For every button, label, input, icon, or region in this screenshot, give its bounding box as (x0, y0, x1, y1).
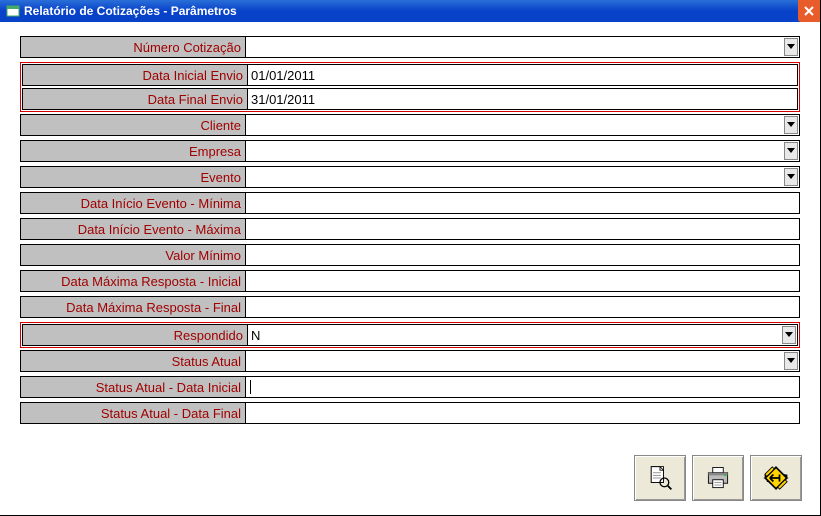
input-status-atual-data-final[interactable] (246, 402, 800, 424)
value-data-inicial-envio: 01/01/2011 (251, 68, 315, 83)
printer-icon (704, 464, 732, 492)
titlebar: Relatório de Cotizações - Parâmetros (0, 0, 820, 22)
label-status-atual-data-inicial: Status Atual - Data Inicial (20, 376, 246, 398)
row-data-max-resposta-final: Data Máxima Resposta - Final (20, 296, 800, 318)
row-data-inicial-envio: Data Inicial Envio 01/01/2011 (22, 64, 798, 86)
dropdown-arrow-icon[interactable] (784, 168, 798, 186)
label-data-inicial-envio: Data Inicial Envio (22, 64, 248, 86)
label-numero-cotizacao: Número Cotização (20, 36, 246, 58)
label-data-inicio-evento-max: Data Início Evento - Máxima (20, 218, 246, 240)
toolbar-buttons (634, 455, 802, 501)
row-respondido: Respondido N (22, 324, 798, 346)
preview-button[interactable] (634, 455, 686, 501)
label-status-atual: Status Atual (20, 350, 246, 372)
input-data-inicio-evento-max[interactable] (246, 218, 800, 240)
report-parameters-window: Relatório de Cotizações - Parâmetros Núm… (0, 0, 821, 516)
exit-sign-icon (762, 464, 790, 492)
label-data-max-resposta-final: Data Máxima Resposta - Final (20, 296, 246, 318)
row-cliente: Cliente (20, 114, 800, 136)
input-respondido[interactable]: N (248, 324, 798, 346)
text-cursor (250, 380, 251, 394)
label-valor-minimo: Valor Mínimo (20, 244, 246, 266)
window-icon (6, 4, 20, 18)
dropdown-arrow-icon[interactable] (784, 116, 798, 134)
input-data-inicio-evento-min[interactable] (246, 192, 800, 214)
row-data-max-resposta-inicial: Data Máxima Resposta - Inicial (20, 270, 800, 292)
input-data-max-resposta-inicial[interactable] (246, 270, 800, 292)
input-valor-minimo[interactable] (246, 244, 800, 266)
dropdown-arrow-icon[interactable] (782, 326, 796, 344)
input-status-atual[interactable] (246, 350, 800, 372)
input-evento[interactable] (246, 166, 800, 188)
highlight-respondido: Respondido N (20, 322, 800, 348)
row-status-atual: Status Atual (20, 350, 800, 372)
dropdown-arrow-icon[interactable] (784, 38, 798, 56)
row-valor-minimo: Valor Mínimo (20, 244, 800, 266)
input-empresa[interactable] (246, 140, 800, 162)
input-numero-cotizacao[interactable] (246, 36, 800, 58)
input-cliente[interactable] (246, 114, 800, 136)
label-data-final-envio: Data Final Envio (22, 88, 248, 110)
input-data-inicial-envio[interactable]: 01/01/2011 (248, 64, 798, 86)
input-data-final-envio[interactable]: 31/01/2011 (248, 88, 798, 110)
dropdown-arrow-icon[interactable] (784, 142, 798, 160)
window-title: Relatório de Cotizações - Parâmetros (24, 4, 237, 18)
label-data-max-resposta-inicial: Data Máxima Resposta - Inicial (20, 270, 246, 292)
label-empresa: Empresa (20, 140, 246, 162)
value-respondido: N (251, 328, 260, 343)
row-evento: Evento (20, 166, 800, 188)
highlight-envio-dates: Data Inicial Envio 01/01/2011 Data Final… (20, 62, 800, 112)
form-area: Número Cotização Data Inicial Envio 01/0… (0, 22, 820, 438)
label-cliente: Cliente (20, 114, 246, 136)
close-button[interactable] (798, 0, 820, 22)
dropdown-arrow-icon[interactable] (784, 352, 798, 370)
row-numero-cotizacao: Número Cotização (20, 36, 800, 58)
row-data-inicio-evento-max: Data Início Evento - Máxima (20, 218, 800, 240)
label-data-inicio-evento-min: Data Início Evento - Mínima (20, 192, 246, 214)
input-data-max-resposta-final[interactable] (246, 296, 800, 318)
document-magnify-icon (646, 464, 674, 492)
exit-button[interactable] (750, 455, 802, 501)
row-data-inicio-evento-min: Data Início Evento - Mínima (20, 192, 800, 214)
value-data-final-envio: 31/01/2011 (251, 92, 315, 107)
input-status-atual-data-inicial[interactable] (246, 376, 800, 398)
label-evento: Evento (20, 166, 246, 188)
row-status-atual-data-final: Status Atual - Data Final (20, 402, 800, 424)
print-button[interactable] (692, 455, 744, 501)
row-data-final-envio: Data Final Envio 31/01/2011 (22, 88, 798, 110)
label-respondido: Respondido (22, 324, 248, 346)
label-status-atual-data-final: Status Atual - Data Final (20, 402, 246, 424)
row-empresa: Empresa (20, 140, 800, 162)
row-status-atual-data-inicial: Status Atual - Data Inicial (20, 376, 800, 398)
